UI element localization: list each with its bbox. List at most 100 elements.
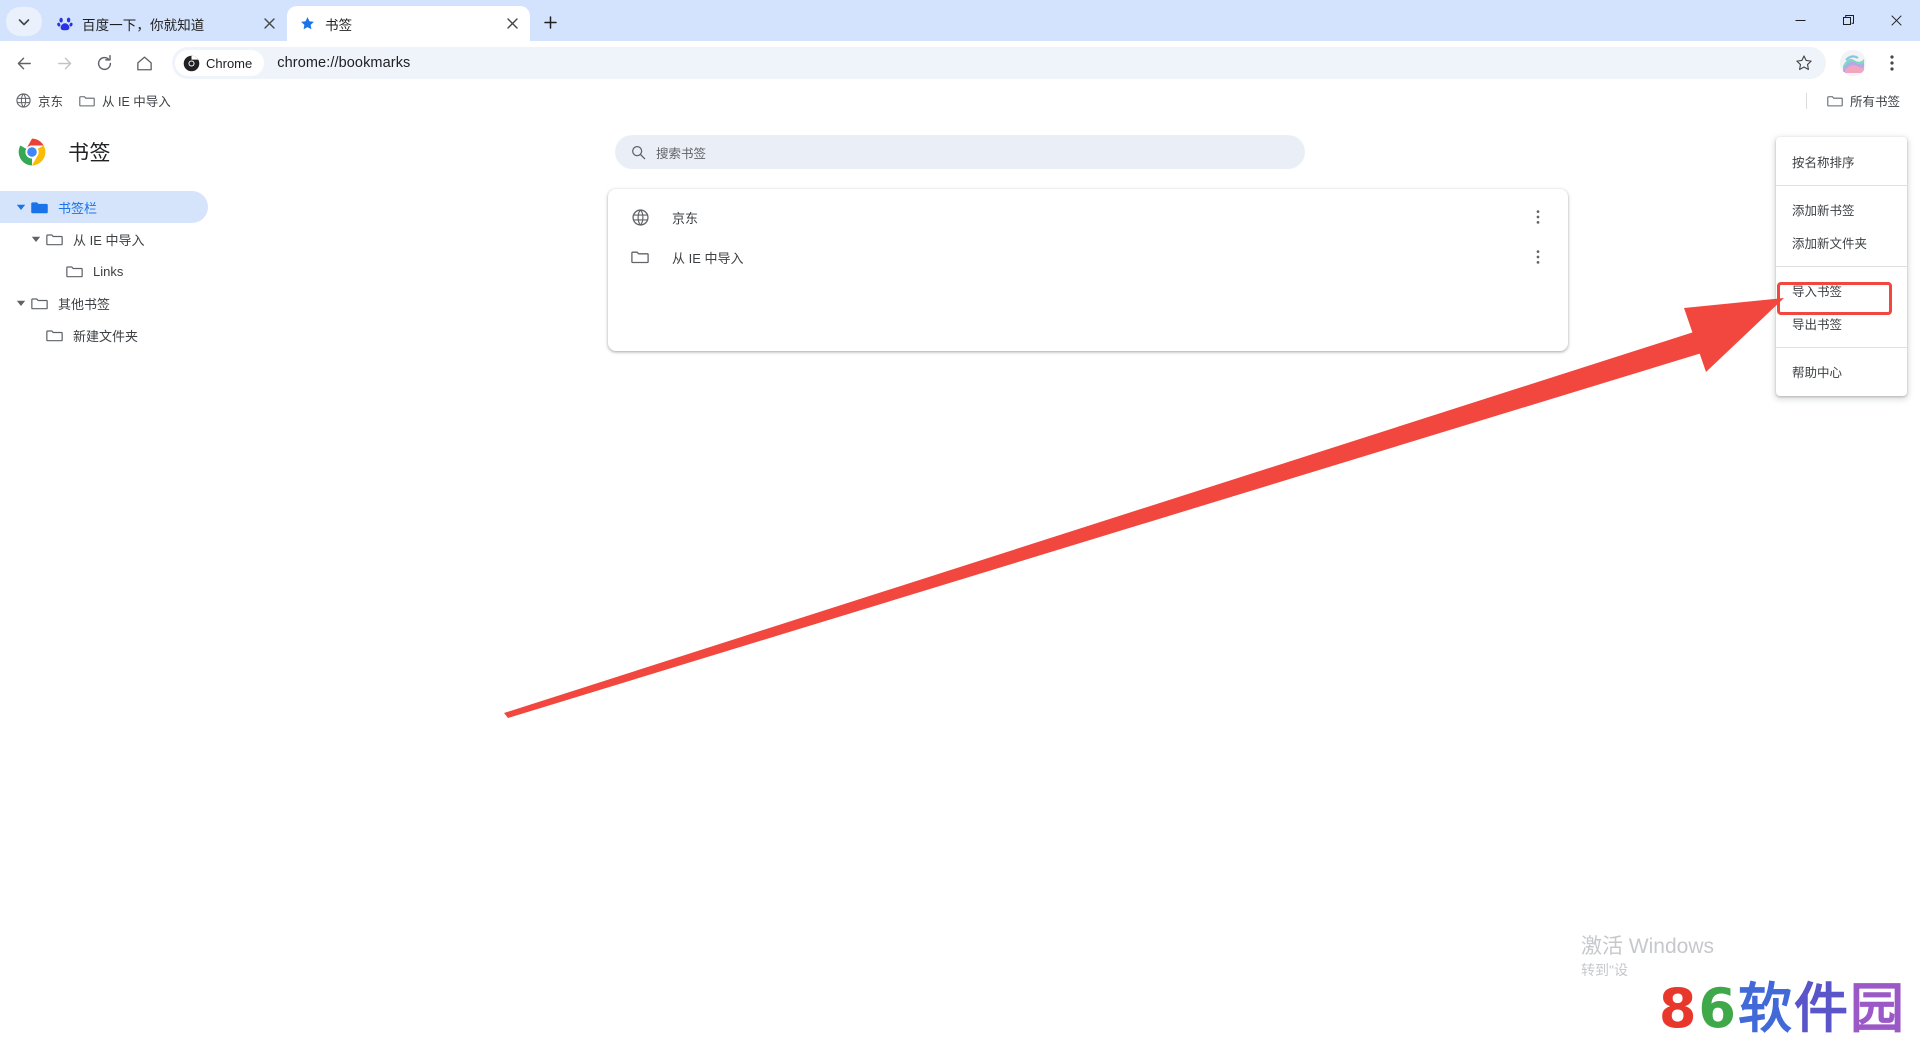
star-icon [299,15,316,32]
bookmarks-content: 书签栏 从 IE 中导入 Links 其他书签 新建文件夹 京东 从 IE 中导… [0,185,1920,351]
all-bookmarks-section: 所有书签 [1805,89,1908,113]
sidebar-item-label: 其他书签 [58,296,111,312]
globe-icon [16,93,31,108]
tab-bookmarks[interactable]: 书签 [287,6,530,41]
tab-title: 百度一下，你就知道 [82,17,205,33]
url-text: chrome://bookmarks [277,55,411,71]
row-kebab-menu-button[interactable] [1524,243,1552,271]
menu-item-label: 添加新文件夹 [1792,237,1868,251]
search-bookmarks-input[interactable]: 搜索书签 [615,135,1305,169]
expand-arrow-icon[interactable] [27,230,45,248]
chevron-down-icon [18,18,30,25]
forward-button[interactable] [46,45,82,81]
sidebar-item-new-folder[interactable]: 新建文件夹 [0,319,208,351]
back-button[interactable] [6,45,42,81]
omnibox-actions [1790,49,1818,77]
expand-arrow-icon[interactable] [12,294,30,312]
page-title: 书签 [68,142,111,165]
bookmarks-list-area: 京东 从 IE 中导入 [256,185,1920,351]
bookmark-bar-folder-ie-import[interactable]: 从 IE 中导入 [71,89,179,113]
sidebar-item-label: 从 IE 中导入 [73,232,145,248]
sidebar-item-ie-import[interactable]: 从 IE 中导入 [0,223,208,255]
expand-arrow-icon[interactable] [12,198,30,216]
menu-item-label: 按名称排序 [1792,156,1855,170]
kebab-icon [1536,210,1540,224]
forward-arrow-icon [57,57,71,69]
bookmark-bar-item-jingdong[interactable]: 京东 [8,89,71,113]
bookmark-star-icon [1796,55,1812,71]
restore-icon [1842,15,1854,25]
folder-icon [630,247,650,267]
home-button[interactable] [126,45,162,81]
tab-close-button[interactable] [259,14,279,34]
window-minimize-button[interactable] [1776,0,1824,41]
chrome-logo-icon [183,55,200,71]
menu-item-import-bookmarks[interactable]: 导入书签 [1776,274,1907,307]
search-placeholder: 搜索书签 [656,146,707,161]
baidu-paw-icon [56,15,73,32]
kebab-icon [1536,250,1540,264]
folder-icon [79,95,95,106]
profile-avatar[interactable] [1840,50,1866,76]
globe-icon [630,207,650,227]
search-region: 搜索书签 [256,135,1664,169]
sidebar-item-other-bookmarks[interactable]: 其他书签 [0,287,208,319]
menu-item-label: 导出书签 [1792,318,1843,332]
sidebar-item-label: Links [93,263,124,279]
folder-icon [45,326,63,344]
chrome-browser-window: 百度一下，你就知道 书签 Chrome chrome://bookmarks 京… [0,0,1920,1040]
menu-divider [1776,185,1907,186]
sidebar-item-links[interactable]: Links [0,255,208,287]
search-icon [632,145,646,159]
chrome-logo-icon [18,138,46,166]
all-bookmarks-button[interactable]: 所有书签 [1819,89,1908,113]
close-icon [1890,15,1902,26]
menu-item-export-bookmarks[interactable]: 导出书签 [1776,307,1907,340]
sidebar-item-label: 书签栏 [58,200,98,216]
bookmarks-bar: 京东 从 IE 中导入 所有书签 [0,85,1920,117]
bookmark-star-button[interactable] [1790,49,1818,77]
bookmarks-sidebar: 书签栏 从 IE 中导入 Links 其他书签 新建文件夹 [0,185,256,351]
bookmark-row-label: 从 IE 中导入 [672,250,744,266]
menu-item-add-new-folder[interactable]: 添加新文件夹 [1776,226,1907,259]
window-maximize-button[interactable] [1824,0,1872,41]
tab-search-button[interactable] [6,7,42,36]
all-bookmarks-label: 所有书签 [1849,95,1900,109]
new-tab-button[interactable] [536,8,565,37]
table-row[interactable]: 京东 [608,197,1568,237]
bookmarks-brand: 书签 [0,137,256,167]
folder-icon [65,262,83,280]
menu-divider [1776,266,1907,267]
reload-icon [97,54,111,70]
table-row[interactable]: 从 IE 中导入 [608,237,1568,277]
home-icon [136,55,152,70]
address-bar[interactable]: Chrome chrome://bookmarks [172,47,1826,79]
origin-chip-label: Chrome [206,55,253,71]
folder-icon [1827,95,1843,106]
menu-item-label: 帮助中心 [1792,366,1843,380]
reload-button[interactable] [86,45,122,81]
browser-toolbar: Chrome chrome://bookmarks [0,41,1920,85]
browser-menu-button[interactable] [1874,45,1910,81]
bookmarks-list-card: 京东 从 IE 中导入 [608,189,1568,351]
tab-close-button[interactable] [502,14,522,34]
tab-strip: 百度一下，你就知道 书签 [0,0,1920,41]
bookmarks-page: 书签 搜索书签 书签栏 从 IE 中导入 Links 其他书签 新建文件夹 京东… [0,117,1920,1040]
bookmarks-page-header: 书签 搜索书签 [0,117,1920,173]
bookmark-bar-item-label: 京东 [38,95,64,109]
menu-item-label: 添加新书签 [1792,204,1855,218]
row-kebab-menu-button[interactable] [1524,203,1552,231]
folder-icon [30,294,48,312]
close-icon [263,18,275,29]
bookmark-bar-item-label: 从 IE 中导入 [102,95,171,109]
three-dot-menu-icon [1890,55,1894,71]
menu-item-help-center[interactable]: 帮助中心 [1776,355,1907,388]
menu-item-sort-by-name[interactable]: 按名称排序 [1776,145,1907,178]
minimize-icon [1795,20,1805,21]
menu-item-add-new-bookmark[interactable]: 添加新书签 [1776,193,1907,226]
sidebar-item-bookmarks-bar[interactable]: 书签栏 [0,191,208,223]
tab-baidu[interactable]: 百度一下，你就知道 [44,6,287,41]
window-close-button[interactable] [1872,0,1920,41]
origin-chip[interactable]: Chrome [175,50,265,76]
menu-divider [1776,347,1907,348]
